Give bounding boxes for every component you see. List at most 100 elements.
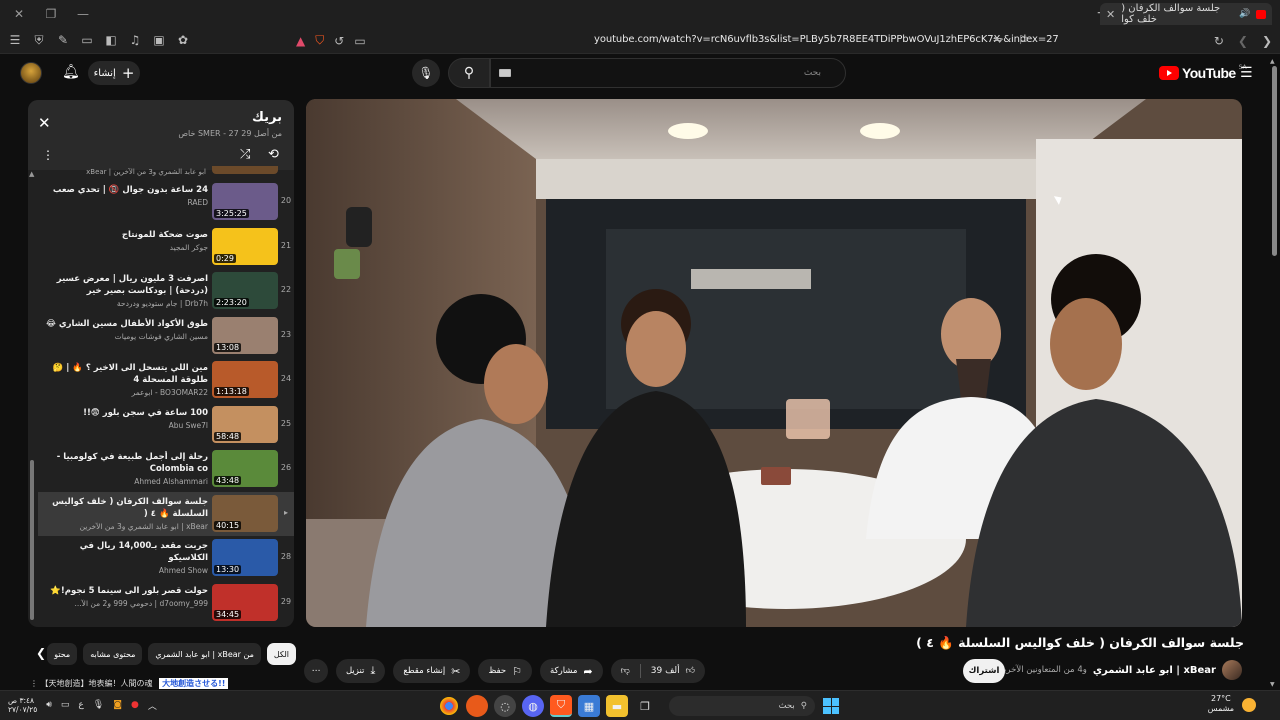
playlist-item-title[interactable]: جربت مقعد بـ14,000 ريال في الكلاسيكو bbox=[42, 540, 208, 564]
task-view-icon[interactable]: ❐ bbox=[634, 695, 656, 717]
voice-search-mic-icon[interactable]: 🎙︎ bbox=[412, 59, 440, 87]
playlist-item-title[interactable]: 24 ساعة بدون جوال 📵 | تحدي صعب bbox=[42, 184, 208, 196]
rewind-icon[interactable]: ↺ bbox=[334, 34, 344, 48]
save-button[interactable]: حفظ ⚐ bbox=[478, 659, 532, 683]
chrome-icon[interactable] bbox=[440, 697, 458, 715]
menu-icon[interactable]: ☰ bbox=[8, 33, 22, 48]
playlist-item-thumbnail[interactable]: 40:15 bbox=[212, 494, 278, 532]
minimize-window-icon[interactable]: — bbox=[76, 7, 90, 21]
next-video-strip[interactable]: ⋮ 【天地創造】地表編！人間の魂 大地創造させる!! bbox=[30, 678, 296, 690]
channel-name[interactable]: xBear | ابو عابد الشمري bbox=[1093, 665, 1216, 676]
create-button[interactable]: إنشاء + bbox=[88, 61, 140, 85]
restore-window-icon[interactable]: ❐ bbox=[44, 7, 58, 21]
clip-button[interactable]: إنشاء مقطع ✂ bbox=[393, 659, 471, 683]
microphone-icon[interactable]: 🎙︎ bbox=[93, 700, 104, 710]
tabs-icon[interactable]: ▭ bbox=[80, 33, 94, 48]
playlist-item-thumbnail[interactable]: 13:30 bbox=[212, 539, 278, 576]
wallet-icon[interactable]: ▣ bbox=[152, 33, 166, 48]
playlist-item-thumbnail[interactable]: 0:29 bbox=[212, 227, 278, 265]
brave-browser-icon[interactable]: ⛉ bbox=[550, 695, 572, 717]
youtube-logo[interactable]: YouTube SA bbox=[1159, 64, 1247, 81]
search-input[interactable]: بحث bbox=[490, 58, 846, 88]
playlist-item[interactable]: 23 13:08 طوق الأكواد الأطفال مسين الشاري 😂… bbox=[38, 314, 294, 359]
page-scrollbar[interactable]: ▲ ▼ bbox=[1270, 58, 1278, 688]
playlist-item[interactable]: 26 43:48 رحلة إلى أجمل طبيعة في كولومبيا -… bbox=[38, 447, 294, 492]
playlist-item-title[interactable]: رحلة إلى أجمل طبيعة في كولومبيا - Colomb… bbox=[42, 451, 208, 475]
scrollbar-thumb[interactable] bbox=[30, 460, 34, 620]
volume-icon[interactable]: 🔊︎ bbox=[46, 700, 52, 710]
playlist-item[interactable]: 20 3:25:25 24 ساعة بدون جوال 📵 | تحدي صعب R… bbox=[38, 180, 294, 225]
windows-start-icon[interactable] bbox=[823, 698, 839, 714]
show-hidden-icons-icon[interactable]: ︿ bbox=[148, 699, 157, 712]
bookmark-icon[interactable]: ⚐ bbox=[1018, 33, 1029, 47]
loop-icon[interactable]: ⟲ bbox=[268, 147, 279, 162]
network-icon[interactable]: ▭ bbox=[61, 700, 70, 710]
playlist-title[interactable]: بريك bbox=[252, 110, 282, 125]
playlist-item-title[interactable]: اصرفت 3 مليون ريال | معرض عسير (دردحة) |… bbox=[42, 273, 208, 297]
share-button[interactable]: مشاركة ➦ bbox=[539, 659, 603, 683]
extensions-icon[interactable]: ✎ bbox=[56, 33, 70, 48]
page-scrollbar-thumb[interactable] bbox=[1272, 66, 1277, 256]
playlist-item-thumbnail[interactable]: 13:08 bbox=[212, 316, 278, 354]
like-button[interactable]: 39 ألف 👍︎ bbox=[641, 659, 705, 683]
search-button[interactable]: ⚲ bbox=[448, 58, 490, 88]
notifications-bell-icon[interactable]: 🔔︎ bbox=[62, 64, 80, 80]
playlist-item-title[interactable]: حولت قصر بلور الى سينما 5 نجوم!⭐ bbox=[42, 585, 208, 597]
playlist-item-thumbnail[interactable]: 3:25:25 bbox=[212, 183, 278, 220]
clock[interactable]: ٣:٤٨ ص ٢٧/٠٧/٢٥ bbox=[8, 696, 37, 714]
record-icon[interactable]: ● bbox=[131, 700, 139, 710]
browser-tab[interactable]: ✕ جلسة سوالف الكرفان ( خلف كوا 🔊 bbox=[1100, 3, 1272, 25]
close-window-icon[interactable]: ✕ bbox=[12, 7, 26, 21]
address-bar[interactable]: youtube.com/watch?v=rcN6uvflb3s&list=PLB… bbox=[594, 34, 1059, 45]
channel-avatar[interactable] bbox=[1222, 660, 1242, 680]
subscribe-button[interactable]: اشتراك bbox=[963, 659, 1005, 683]
tray-app-icon[interactable]: ◙ bbox=[113, 700, 122, 710]
playlist-item-title[interactable]: 100 ساعة في سجن بلور 😨!! bbox=[42, 407, 208, 419]
more-vert-icon[interactable]: ⋮ bbox=[30, 679, 38, 688]
playlist-item-thumbnail[interactable]: 2:23:20 bbox=[212, 272, 278, 309]
playlist-item-title[interactable]: مين اللي يتسحل الى الاخير ؟ 🔥 | 🤔 طلوقة … bbox=[42, 362, 208, 386]
music-icon[interactable]: ♫ bbox=[128, 33, 142, 48]
discord-icon[interactable]: ◍ bbox=[522, 695, 544, 717]
playlist-item[interactable]: 24 1:13:18 مين اللي يتسحل الى الاخير ؟ 🔥 |… bbox=[38, 358, 294, 403]
language-indicator[interactable]: ع bbox=[78, 700, 83, 710]
sidebar-icon[interactable]: ◧ bbox=[104, 33, 118, 48]
playlist-item-thumbnail[interactable]: 58:48 bbox=[212, 405, 278, 443]
playlist-item-thumbnail[interactable]: 34:45 bbox=[212, 583, 278, 621]
playlist-item-title[interactable]: جلسة سوالف الكرفان ( خلف كواليس السلسلة … bbox=[42, 496, 208, 520]
reload-icon[interactable]: ↻ bbox=[1214, 34, 1224, 48]
filter-chip[interactable]: محتوى مشابه bbox=[83, 643, 143, 665]
download-button[interactable]: تنزيل ⤓ bbox=[336, 659, 386, 683]
playlist-item[interactable]: ▸ 40:15 جلسة سوالف الكرفان ( خلف كواليس ال… bbox=[38, 491, 294, 536]
file-explorer-icon[interactable]: ▬ bbox=[606, 695, 628, 717]
account-avatar[interactable] bbox=[20, 62, 42, 84]
shuffle-icon[interactable]: ⤮ bbox=[240, 147, 250, 162]
brave-shield-icon[interactable]: ⛉ bbox=[315, 33, 324, 48]
screen-icon[interactable]: ▭ bbox=[354, 34, 365, 48]
taskbar-search[interactable]: بحث ⚲ bbox=[669, 696, 815, 716]
capcut-icon[interactable]: ◌ bbox=[494, 695, 516, 717]
shield-icon[interactable]: ⛨ bbox=[32, 33, 46, 48]
page-scroll-up-icon[interactable]: ▲ bbox=[1270, 58, 1275, 65]
playlist-item-thumbnail[interactable]: 43:48 bbox=[212, 450, 278, 487]
playlist-more-icon[interactable]: ⋮ bbox=[42, 148, 54, 162]
triangle-icon[interactable]: ▲ bbox=[296, 34, 305, 48]
filter-chip[interactable]: الكل bbox=[266, 643, 296, 665]
playlist-item-title[interactable]: صوت ضحكة للمونتاج bbox=[42, 229, 208, 241]
puzzle-icon[interactable]: ✿ bbox=[176, 33, 190, 48]
filter-chip[interactable]: من xBear | ابو عابد الشمري bbox=[148, 643, 261, 665]
back-icon[interactable]: ❮ bbox=[1238, 34, 1248, 48]
more-actions-button[interactable]: ⋯ bbox=[304, 659, 328, 683]
keyboard-icon[interactable] bbox=[499, 69, 511, 77]
game-app-icon[interactable] bbox=[466, 695, 488, 717]
video-player[interactable] bbox=[306, 99, 1242, 627]
playlist-item-thumbnail[interactable]: 1:13:18 bbox=[212, 361, 278, 398]
guide-menu-icon[interactable]: ☰ bbox=[1240, 65, 1253, 81]
forward-icon[interactable]: ❯ bbox=[1262, 34, 1272, 48]
store-icon[interactable]: ▦ bbox=[578, 695, 600, 717]
playlist-item[interactable]: 29 34:45 حولت قصر بلور الى سينما 5 نجوم!⭐ d… bbox=[38, 581, 294, 626]
playlist-item-title[interactable]: طوق الأكواد الأطفال مسين الشاري 😂 bbox=[42, 318, 208, 330]
tab-close-icon[interactable]: ✕ bbox=[1106, 8, 1115, 21]
scroll-up-icon[interactable]: ▲ bbox=[29, 170, 34, 178]
collaborators-text[interactable]: و4 من المتعاونين الآخرين bbox=[998, 665, 1087, 675]
